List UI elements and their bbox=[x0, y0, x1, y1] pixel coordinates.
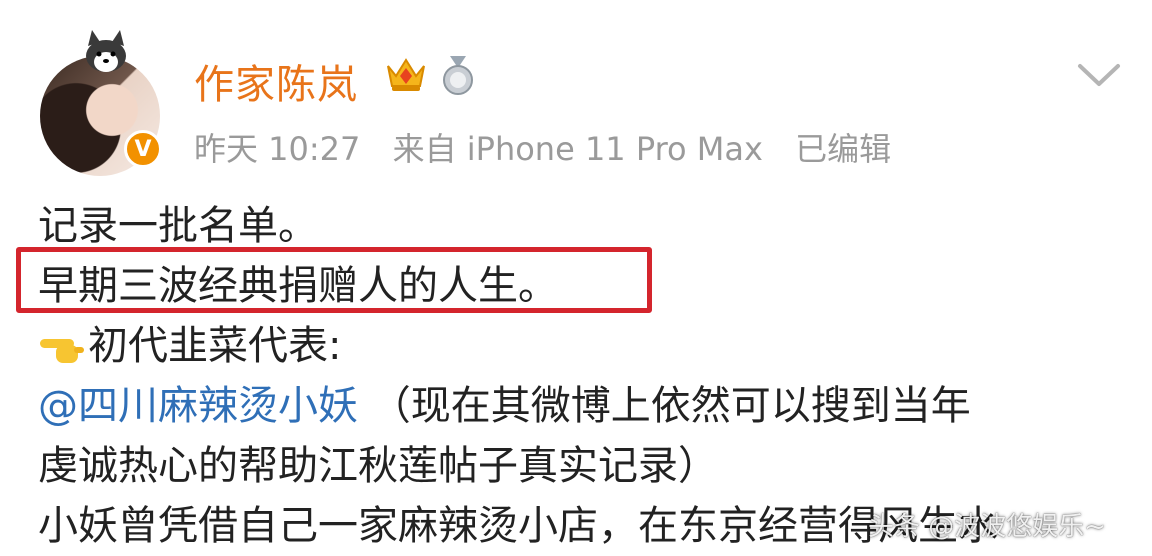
post-time: 昨天 10:27 bbox=[194, 130, 361, 168]
body-line-4-text: （现在其微博上依然可以搜到当年 bbox=[358, 383, 971, 429]
post-meta: 昨天 10:27 来自 iPhone 11 Pro Max 已编辑 bbox=[194, 124, 913, 170]
body-line-4: @四川麻辣烫小妖 （现在其微博上依然可以搜到当年 bbox=[38, 376, 1138, 436]
post-body: 记录一批名单。 早期三波经典捐赠人的人生。 初代韭菜代表: @四川麻辣烫小妖 （… bbox=[38, 196, 1138, 556]
edited-label[interactable]: 已编辑 bbox=[795, 130, 891, 168]
pointing-hand-icon bbox=[40, 339, 84, 363]
mention-link[interactable]: @四川麻辣烫小妖 bbox=[38, 383, 358, 429]
chevron-down-icon[interactable] bbox=[1076, 60, 1122, 90]
watermark: 头条 @波波悠娱乐~ bbox=[868, 512, 1107, 542]
crown-badge-icon[interactable] bbox=[384, 54, 428, 94]
verified-v-icon: V bbox=[124, 130, 162, 168]
section-heading: 初代韭菜代表: bbox=[88, 323, 342, 369]
medal-badge-icon[interactable] bbox=[440, 56, 476, 96]
husky-sticker-icon bbox=[86, 30, 126, 72]
body-line-3: 初代韭菜代表: bbox=[38, 316, 1138, 376]
body-line-2: 早期三波经典捐赠人的人生。 bbox=[38, 263, 558, 309]
body-line-5: 虔诚热心的帮助江秋莲帖子真实记录） bbox=[38, 443, 718, 489]
post-source[interactable]: 来自 iPhone 11 Pro Max bbox=[393, 130, 763, 168]
avatar-container[interactable]: V bbox=[40, 30, 164, 176]
body-line-1: 记录一批名单。 bbox=[38, 203, 318, 249]
author-name[interactable]: 作家陈岚 bbox=[194, 52, 358, 110]
